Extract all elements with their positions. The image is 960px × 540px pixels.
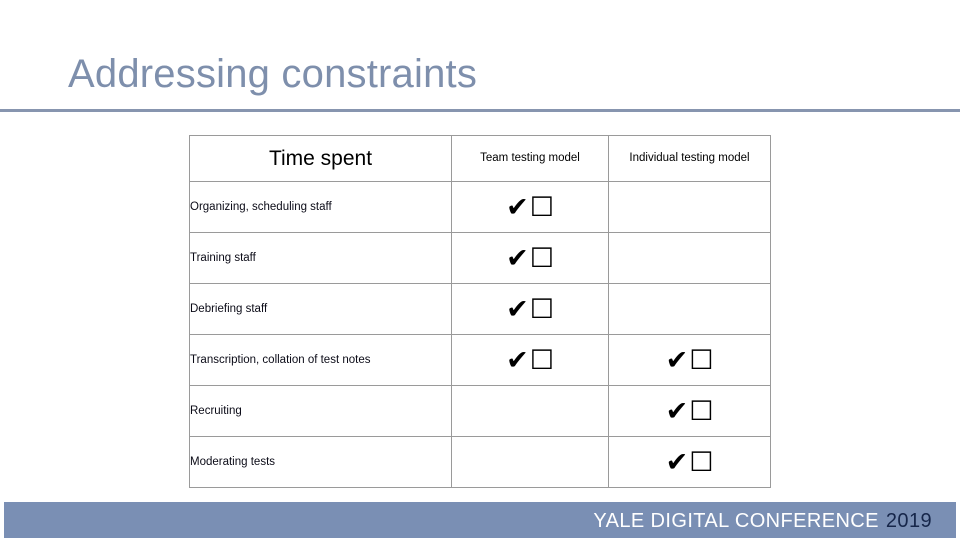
empty-checkbox-icon: ☐ <box>529 191 554 223</box>
checked-mark: ✔☐ <box>666 347 714 374</box>
title-divider <box>0 109 960 112</box>
table-header-row: Time spent Team testing model Individual… <box>189 135 771 182</box>
team-model-cell <box>451 436 609 488</box>
checked-mark: ✔☐ <box>666 449 714 476</box>
task-label: Transcription, collation of test notes <box>189 334 452 386</box>
check-icon: ✔ <box>506 293 529 325</box>
task-label: Debriefing staff <box>189 283 452 335</box>
checked-mark: ✔☐ <box>506 245 554 272</box>
empty-checkbox-icon: ☐ <box>689 344 714 376</box>
checked-mark: ✔☐ <box>666 398 714 425</box>
team-model-cell <box>451 385 609 437</box>
table-body: Organizing, scheduling staff ✔☐ Training s… <box>189 181 771 488</box>
individual-model-cell: ✔☐ <box>608 334 771 386</box>
team-model-cell: ✔☐ <box>451 232 609 284</box>
empty-checkbox-icon: ☐ <box>529 344 554 376</box>
table-row: Recruiting ✔☐ <box>189 385 771 437</box>
task-label: Moderating tests <box>189 436 452 488</box>
check-icon: ✔ <box>506 191 529 223</box>
table-row: Training staff ✔☐ <box>189 232 771 284</box>
individual-model-cell <box>608 283 771 335</box>
individual-model-cell <box>608 232 771 284</box>
table-row: Transcription, collation of test notes ✔☐… <box>189 334 771 386</box>
footer-brand: YALE DIGITAL CONFERENCE 2019 <box>593 509 932 535</box>
checked-mark: ✔☐ <box>506 296 554 323</box>
individual-model-cell: ✔☐ <box>608 436 771 488</box>
footer-brand-year: 2019 <box>885 510 932 532</box>
check-icon: ✔ <box>665 395 689 427</box>
check-icon: ✔ <box>665 344 689 376</box>
team-model-cell: ✔☐ <box>451 334 609 386</box>
check-icon: ✔ <box>665 446 689 478</box>
check-icon: ✔ <box>506 344 529 376</box>
column-header-team-testing-model: Team testing model <box>451 135 609 182</box>
individual-model-cell: ✔☐ <box>608 385 771 437</box>
empty-checkbox-icon: ☐ <box>529 242 554 274</box>
column-header-individual-testing-model: Individual testing model <box>608 135 771 182</box>
column-header-time-spent: Time spent <box>189 135 452 182</box>
empty-checkbox-icon: ☐ <box>689 446 714 478</box>
table-row: Debriefing staff ✔☐ <box>189 283 771 335</box>
table-row: Moderating tests ✔☐ <box>189 436 771 488</box>
footer-brand-name: YALE DIGITAL CONFERENCE <box>593 510 879 532</box>
individual-model-cell <box>608 181 771 233</box>
empty-checkbox-icon: ☐ <box>689 395 714 427</box>
team-model-cell: ✔☐ <box>451 181 609 233</box>
task-label: Organizing, scheduling staff <box>189 181 452 233</box>
page-title: Addressing constraints <box>68 52 478 96</box>
task-label: Recruiting <box>189 385 452 437</box>
table-row: Organizing, scheduling staff ✔☐ <box>189 181 771 233</box>
check-icon: ✔ <box>506 242 529 274</box>
empty-checkbox-icon: ☐ <box>529 293 554 325</box>
task-label: Training staff <box>189 232 452 284</box>
checked-mark: ✔☐ <box>506 194 554 221</box>
checked-mark: ✔☐ <box>506 347 554 374</box>
comparison-table: Time spent Team testing model Individual… <box>189 135 771 488</box>
team-model-cell: ✔☐ <box>451 283 609 335</box>
